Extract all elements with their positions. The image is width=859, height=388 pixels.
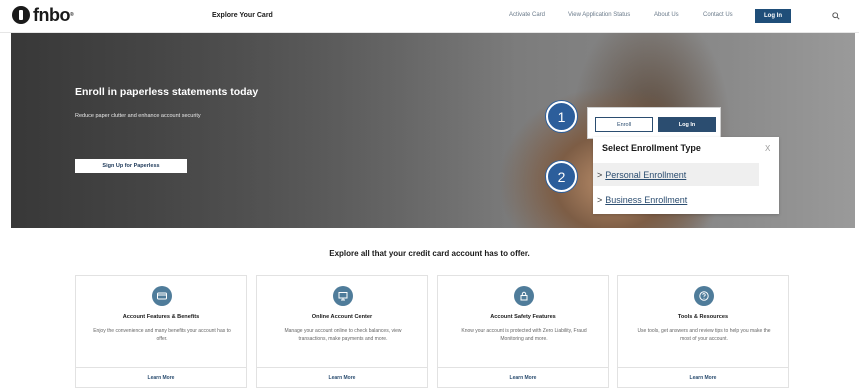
card-description: Use tools, get answers and review tips t… [637, 328, 771, 342]
business-enrollment-link[interactable]: Business Enrollment [605, 195, 687, 205]
enrollment-type-dropdown: Select Enrollment Type X > Personal Enro… [593, 137, 779, 214]
card-title: Tools & Resources [677, 314, 729, 320]
card-tools-resources: Tools & Resources Use tools, get answers… [617, 275, 789, 388]
step-marker-1: 1 [546, 101, 577, 132]
step-marker-2: 2 [546, 161, 577, 192]
learn-more-link[interactable]: Learn More [618, 375, 788, 381]
monitor-icon [333, 286, 353, 306]
credit-card-icon [152, 286, 172, 306]
personal-enrollment-link[interactable]: Personal Enrollment [605, 170, 686, 180]
card-divider [618, 367, 788, 368]
card-description: Manage your account online to check bala… [284, 328, 402, 342]
card-description: Enjoy the convenience and many benefits … [93, 328, 231, 342]
logo-text: fnbo [33, 5, 70, 25]
nav-view-application-status[interactable]: View Application Status [568, 12, 630, 18]
chevron-right-icon: > [597, 194, 603, 205]
close-icon[interactable]: X [765, 144, 770, 153]
header-login-button[interactable]: Log In [755, 9, 791, 23]
logo-registered: ® [69, 12, 74, 18]
explore-your-card-link[interactable]: Explore Your Card [212, 12, 273, 19]
hero-subtitle: Reduce paper clutter and enhance account… [75, 113, 201, 119]
card-divider [438, 367, 608, 368]
card-divider [257, 367, 427, 368]
chevron-right-icon: > [597, 169, 603, 180]
dropdown-title: Select Enrollment Type [602, 143, 701, 153]
site-header: fnbo® Explore Your Card Activate Card Vi… [0, 0, 859, 33]
section-title: Explore all that your credit card accoun… [329, 249, 530, 258]
nav-activate-card[interactable]: Activate Card [509, 12, 545, 18]
card-online-account-center: Online Account Center Manage your accoun… [256, 275, 428, 388]
card-title: Account Features & Benefits [122, 314, 200, 320]
nav-about-us[interactable]: About Us [654, 12, 679, 18]
enroll-button[interactable]: Enroll [595, 117, 653, 132]
personal-enrollment-option[interactable]: > Personal Enrollment [593, 163, 759, 186]
fnbo-logo[interactable]: fnbo® [12, 5, 74, 25]
question-icon [694, 286, 714, 306]
learn-more-link[interactable]: Learn More [438, 375, 608, 381]
card-description: Know your account is protected with Zero… [461, 328, 587, 342]
card-account-safety: Account Safety Features Know your accoun… [437, 275, 609, 388]
popup-login-button[interactable]: Log In [658, 117, 716, 132]
learn-more-link[interactable]: Learn More [257, 375, 427, 381]
lock-icon [514, 286, 534, 306]
card-title: Online Account Center [311, 314, 373, 320]
card-divider [76, 367, 246, 368]
nav-contact-us[interactable]: Contact Us [703, 12, 733, 18]
card-title: Account Safety Features [490, 314, 556, 320]
logo-mark-icon [12, 6, 30, 24]
business-enrollment-option[interactable]: > Business Enrollment [593, 188, 759, 211]
learn-more-link[interactable]: Learn More [76, 375, 246, 381]
sign-up-paperless-button[interactable]: Sign Up for Paperless [75, 159, 187, 173]
search-icon[interactable] [832, 12, 840, 20]
card-account-features: Account Features & Benefits Enjoy the co… [75, 275, 247, 388]
hero-title: Enroll in paperless statements today [75, 86, 259, 98]
